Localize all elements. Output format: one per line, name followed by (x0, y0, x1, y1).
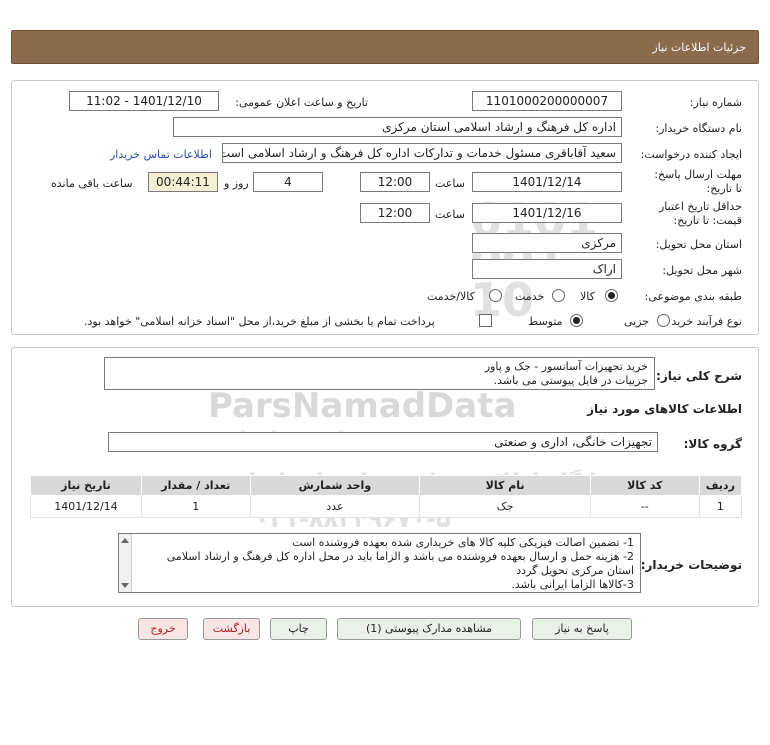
need-number-label: شماره نیاز: (689, 96, 742, 109)
goods-group-field: تجهیزات خانگی، اداری و صنعتی (108, 432, 658, 452)
treasury-payment-checkbox[interactable] (479, 314, 492, 327)
category-radio-goods[interactable] (605, 289, 618, 302)
province-label: استان محل تحویل: (655, 238, 742, 251)
summary-label: شرح کلی نیاز: (656, 369, 742, 383)
cell-date: 1401/12/14 (30, 495, 142, 518)
col-date: تاریخ نیاز (30, 475, 142, 496)
scroll-up-icon[interactable] (121, 538, 129, 543)
page-header: جزئیات اطلاعات نیاز (11, 30, 759, 64)
col-code: کد کالا (589, 475, 700, 496)
announce-label: تاریخ و ساعت اعلان عمومی: (235, 96, 368, 109)
buyer-note-3: 3-کالاها الزاما ایرانی باشد. (511, 578, 634, 591)
reply-button[interactable]: پاسخ به نیاز (532, 618, 632, 640)
contact-buyer-link[interactable]: اطلاعات تماس خریدار (110, 148, 212, 161)
days-field: 4 (253, 172, 323, 192)
validity-time-label: ساعت (435, 208, 465, 221)
city-label: شهر محل تحویل: (662, 264, 742, 277)
process-minor-label: جزیی (624, 315, 650, 328)
province-field: مرکزی (472, 233, 622, 253)
category-label: طبقه بندی موضوعی: (644, 290, 742, 303)
table-row: 1 -- جک عدد 1 1401/12/14 (30, 495, 743, 518)
remaining-time-field: 00:44:11 (148, 172, 218, 192)
category-radio-service[interactable] (552, 289, 565, 302)
buyer-notes-text: 1- تضمین اصالت فیزیکی کلیه کالا های خرید… (118, 533, 641, 593)
goods-group-label: گروه کالا: (683, 437, 742, 451)
deadline-date-field: 1401/12/14 (472, 172, 622, 192)
col-qty: تعداد / مقدار (140, 475, 251, 496)
attachments-button[interactable]: مشاهده مدارک پیوستی (1) (337, 618, 521, 640)
buyer-notes-label: توضیحات خریدار: (640, 558, 742, 572)
announce-field: 1401/12/10 - 11:02 (69, 91, 219, 111)
summary-text: خرید تجهیزات آسانسور - جک و پاور جزییات … (104, 357, 655, 390)
summary-line-1: خرید تجهیزات آسانسور - جک و پاور (484, 360, 648, 373)
scroll-down-icon[interactable] (121, 583, 129, 588)
back-button[interactable]: بازگشت (203, 618, 260, 640)
buyer-note-2: 2- هزینه حمل و ارسال بعهده فروشنده می با… (166, 550, 634, 577)
validity-label: حداقل تاریخ اعتبار قیمت: تا تاریخ: (658, 200, 742, 227)
print-button[interactable]: چاپ (270, 618, 327, 640)
cell-row: 1 (698, 495, 743, 518)
cell-name: جک (419, 495, 591, 518)
buyer-note-1: 1- تضمین اصالت فیزیکی کلیه کالا های خرید… (292, 536, 634, 549)
days-label: روز و (224, 177, 249, 190)
category-radio-goods-service[interactable] (489, 289, 502, 302)
category-goods-label: کالا (580, 290, 595, 303)
process-medium-label: متوسط (528, 315, 563, 328)
treasury-payment-label: پرداخت تمام یا بخشی از مبلغ خرید،از محل … (84, 315, 435, 328)
buyer-notes-scrollbar[interactable] (119, 534, 132, 592)
requester-field: سعید آقاباقری مسئول خدمات و تدارکات ادار… (222, 143, 622, 163)
deadline-label: مهلت ارسال پاسخ: تا تاریخ: (654, 168, 742, 195)
category-service-label: خدمت (515, 290, 545, 303)
col-unit: واحد شمارش (249, 475, 421, 496)
col-name: نام کالا (419, 475, 591, 496)
goods-section-title: اطلاعات کالاهای مورد نیاز (587, 402, 742, 416)
remaining-label: ساعت باقی مانده (51, 177, 133, 190)
requester-label: ایجاد کننده درخواست: (640, 148, 742, 161)
validity-time-field: 12:00 (360, 203, 430, 223)
cell-unit: عدد (249, 495, 421, 518)
validity-date-field: 1401/12/16 (472, 203, 622, 223)
buyer-org-field: اداره کل فرهنگ و ارشاد اسلامی استان مرکز… (173, 117, 622, 137)
goods-table-header: ردیف کد کالا نام کالا واحد شمارش تعداد /… (30, 475, 743, 496)
goods-table: ردیف کد کالا نام کالا واحد شمارش تعداد /… (30, 475, 743, 518)
summary-line-2: جزییات در فایل پیوستی می باشد. (493, 374, 648, 387)
exit-button[interactable]: خروج (138, 618, 188, 640)
process-radio-medium[interactable] (570, 314, 583, 327)
process-label: نوع فرآیند خرید : (664, 315, 742, 328)
process-radio-minor[interactable] (657, 314, 670, 327)
page-title: جزئیات اطلاعات نیاز (652, 41, 746, 54)
deadline-time-field: 12:00 (360, 172, 430, 192)
cell-qty: 1 (140, 495, 251, 518)
category-goods-service-label: کالا/خدمت (427, 290, 475, 303)
city-field: اراک (472, 259, 622, 279)
cell-code: -- (589, 495, 700, 518)
col-row: ردیف (698, 475, 743, 496)
deadline-time-label: ساعت (435, 177, 465, 190)
buyer-org-label: نام دستگاه خریدار: (655, 122, 742, 135)
need-number-field: 1101000200000007 (472, 91, 622, 111)
